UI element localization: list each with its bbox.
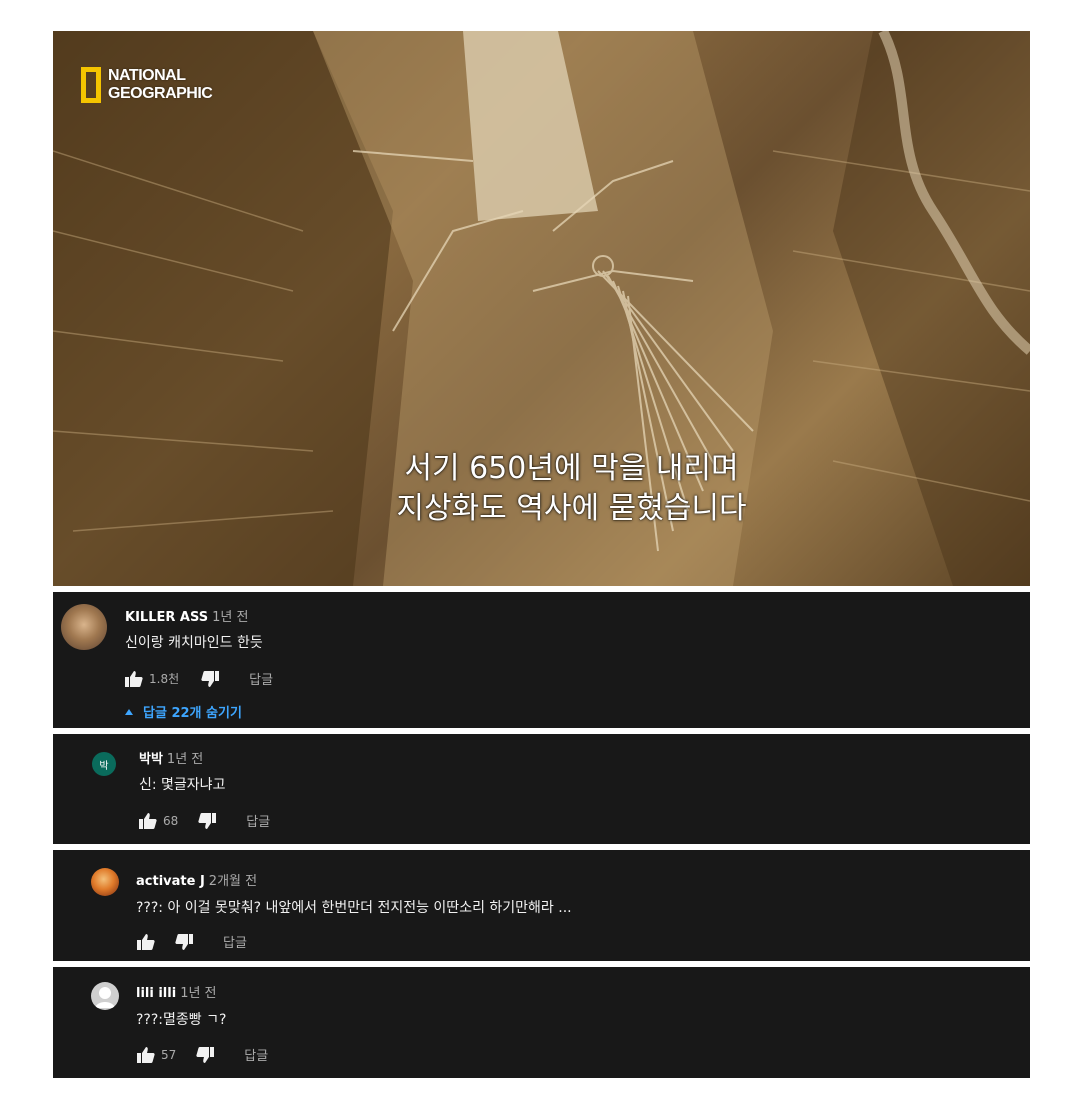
- comment-time[interactable]: 1년 전: [212, 610, 248, 625]
- like-count: 1.8천: [149, 672, 180, 686]
- like-count: 57: [161, 1047, 177, 1062]
- avatar-letter: 박: [99, 760, 109, 772]
- default-user-avatar[interactable]: [91, 982, 119, 1010]
- thumbs-up-icon: [139, 812, 157, 829]
- letter-avatar[interactable]: 박: [92, 752, 116, 776]
- comment-time[interactable]: 1년 전: [167, 752, 203, 767]
- reply-button[interactable]: 답글: [249, 669, 273, 688]
- hide-replies-button[interactable]: 답글 22개 숨기기: [125, 702, 242, 721]
- subtitle-line-1: 서기 650년에 막을 내리며: [404, 451, 739, 486]
- thumbs-down-icon: [175, 933, 193, 950]
- reply-comment: 박 박박 1년 전 신: 몇글자냐고 68 답글: [53, 734, 1030, 844]
- cartoon-avatar[interactable]: [91, 868, 119, 896]
- comment-text: 신: 몇글자냐고: [139, 777, 226, 793]
- comment-actions: 답글: [137, 932, 247, 951]
- comment-text: ???: 아 이걸 못맞춰? 내앞에서 한번만더 전지전능 이딴소리 하기만해라…: [136, 900, 572, 916]
- person-silhouette-icon: [95, 987, 115, 1008]
- comment-author[interactable]: 박박: [139, 752, 163, 767]
- reply-button[interactable]: 답글: [246, 811, 270, 830]
- video-frame[interactable]: NATIONAL GEOGRAPHIC 서기 650년에 막을 내리며 지상화도…: [53, 31, 1030, 586]
- dislike-button[interactable]: [198, 812, 217, 829]
- comment-actions: 57 답글: [137, 1045, 268, 1064]
- logo-line-2: GEOGRAPHIC: [108, 85, 213, 102]
- like-button[interactable]: 57: [137, 1046, 177, 1063]
- caret-up-icon: [125, 708, 133, 715]
- user-avatar-photo[interactable]: [61, 604, 107, 650]
- reply-button[interactable]: 답글: [244, 1045, 268, 1064]
- like-count: 68: [163, 813, 179, 828]
- thumbs-up-icon: [125, 670, 143, 687]
- subtitle-line-2: 지상화도 역사에 묻혔습니다: [396, 491, 747, 526]
- thumbs-down-icon: [201, 670, 220, 687]
- dislike-button[interactable]: [175, 933, 193, 950]
- video-subtitle: 서기 650년에 막을 내리며 지상화도 역사에 묻혔습니다: [53, 449, 1030, 529]
- dislike-button[interactable]: [196, 1046, 215, 1063]
- thumbs-up-icon: [137, 933, 155, 950]
- comment-thread: KILLER ASS 1년 전 신이랑 캐치마인드 한듯 1.8천 답글 답글 2…: [53, 592, 1030, 728]
- logo-yellow-frame-icon: [81, 67, 101, 103]
- comment-time[interactable]: 1년 전: [180, 986, 216, 1001]
- comment-author[interactable]: lili illi: [136, 986, 176, 1001]
- like-button[interactable]: 1.8천: [125, 670, 179, 687]
- like-button[interactable]: [137, 933, 155, 950]
- comment-author[interactable]: KILLER ASS: [125, 610, 208, 625]
- dislike-button[interactable]: [201, 670, 220, 687]
- comment-text: 신이랑 캐치마인드 한듯: [125, 635, 263, 651]
- logo-line-1: NATIONAL: [108, 67, 186, 84]
- comment-time[interactable]: 2개월 전: [209, 874, 257, 889]
- reply-comment: lili illi 1년 전 ???:멸종빵 ㄱ? 57 답글: [53, 967, 1030, 1078]
- hide-replies-label: 답글 22개 숨기기: [143, 706, 242, 721]
- thumbs-down-icon: [198, 812, 217, 829]
- like-button[interactable]: 68: [139, 812, 179, 829]
- reply-button[interactable]: 답글: [223, 932, 247, 951]
- comment-text: ???:멸종빵 ㄱ?: [136, 1012, 227, 1028]
- reply-comment: activate J 2개월 전 ???: 아 이걸 못맞춰? 내앞에서 한번만더…: [53, 850, 1030, 961]
- thumbs-up-icon: [137, 1046, 155, 1063]
- national-geographic-logo: NATIONAL GEOGRAPHIC: [81, 67, 213, 103]
- comment-author[interactable]: activate J: [136, 874, 205, 889]
- comment-actions: 1.8천 답글: [125, 669, 273, 688]
- comment-actions: 68 답글: [139, 811, 270, 830]
- thumbs-down-icon: [196, 1046, 215, 1063]
